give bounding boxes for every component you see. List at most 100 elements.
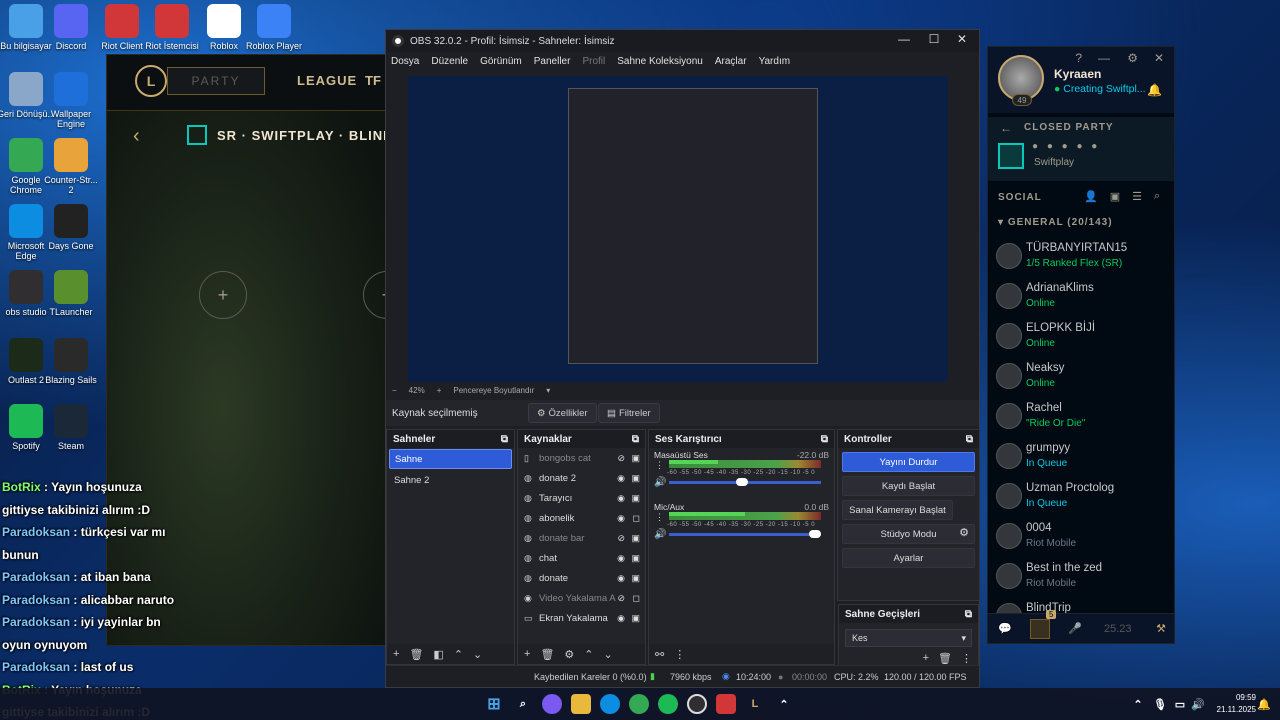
volume-slider[interactable] (669, 533, 821, 536)
eye-icon[interactable]: ◉ (617, 513, 625, 524)
add-icon[interactable]: + (393, 648, 399, 660)
friend-list-item[interactable]: AdrianaKlims Online (988, 277, 1174, 317)
eye-icon[interactable]: ◉ (617, 573, 625, 584)
source-item[interactable]: ◍ donate bar ⊘ ▣ (518, 528, 645, 548)
menu-item[interactable]: Dosya (391, 56, 419, 67)
party-button[interactable]: PARTY (167, 67, 265, 95)
start-icon[interactable]: ⊞ (484, 694, 504, 714)
scene-item[interactable]: Sahne (389, 449, 512, 469)
search-icon[interactable]: ⌕ (1154, 190, 1160, 203)
filter-icon[interactable]: ◧ (433, 648, 443, 661)
source-item[interactable]: ◉ Video Yakalama A ⊘ ◻ (518, 588, 645, 608)
invite-slot-button[interactable]: + (199, 271, 247, 319)
scene-item[interactable]: Sahne 2 (389, 470, 512, 490)
source-item[interactable]: ◍ abonelik ◉ ◻ (518, 508, 645, 528)
eye-off-icon[interactable]: ⊘ (617, 593, 625, 604)
eye-icon[interactable]: ◉ (617, 473, 625, 484)
trash-icon[interactable]: 🗑 (409, 648, 423, 661)
desktop-shortcut[interactable]: Counter-Str... 2 (41, 138, 101, 195)
lock-icon[interactable]: ▣ (631, 573, 640, 584)
chevron-up-icon[interactable]: ⌃ (454, 648, 463, 661)
lock-icon[interactable]: ▣ (631, 473, 640, 484)
nav-league-tab[interactable]: LEAGUE (297, 73, 357, 88)
maximize-icon[interactable]: ☐ (919, 32, 949, 46)
obs-icon[interactable] (687, 694, 707, 714)
more-icon[interactable]: ⋮ (961, 652, 972, 665)
menu-item[interactable]: Araçlar (715, 56, 747, 67)
fit-to-window-button[interactable]: Pencereye Boyutlandır (453, 386, 534, 395)
more-icon[interactable]: ⋮ (674, 648, 685, 661)
zoom-out-button[interactable]: − (392, 386, 397, 395)
undock-icon[interactable]: ⧉ (966, 434, 973, 445)
edge-icon[interactable] (600, 694, 620, 714)
riot-icon[interactable] (716, 694, 736, 714)
mic-icon[interactable]: 🎙 (1150, 694, 1170, 714)
eye-icon[interactable]: ◉ (617, 493, 625, 504)
control-button[interactable]: Sanal Kamerayı Başlat (842, 500, 953, 520)
desktop-shortcut[interactable]: Wallpaper Engine (41, 72, 101, 129)
chevron-down-icon[interactable]: ⌄ (604, 648, 613, 661)
lock-icon[interactable]: ▣ (631, 613, 640, 624)
source-item[interactable]: ◍ chat ◉ ▣ (518, 548, 645, 568)
source-item[interactable]: ◍ donate ◉ ▣ (518, 568, 645, 588)
network-icon[interactable]: ▭ (1170, 694, 1190, 714)
filters-button[interactable]: ▤ Filtreler (598, 403, 660, 423)
desktop-shortcut[interactable]: Days Gone (41, 204, 101, 251)
league-icon[interactable]: L (745, 694, 765, 714)
minimize-icon[interactable]: — (1098, 51, 1110, 65)
add-friend-icon[interactable]: 👤 (1084, 190, 1098, 203)
chat-icon[interactable]: 💬 (998, 622, 1012, 635)
desktop-shortcut[interactable]: Steam (41, 404, 101, 451)
friend-list-item[interactable]: Rachel "Ride Or Die" (988, 397, 1174, 437)
desktop-shortcut[interactable]: Blazing Sails (41, 338, 101, 385)
lock-icon[interactable]: ▣ (631, 493, 640, 504)
unlock-icon[interactable]: ◻ (633, 513, 640, 524)
close-icon[interactable]: ✕ (1154, 51, 1164, 65)
source-item[interactable]: ◍ Tarayıcı ◉ ▣ (518, 488, 645, 508)
more-icon[interactable]: ⋮ (655, 512, 664, 523)
desktop-shortcut[interactable]: Riot İstemcisi (142, 4, 202, 51)
menu-item[interactable]: Sahne Koleksiyonu (617, 56, 703, 67)
control-button[interactable]: Ayarlar (842, 548, 975, 568)
report-icon[interactable]: ⚒ (1156, 622, 1166, 635)
control-button[interactable]: Stüdyo Modu (842, 524, 975, 544)
friend-list-item[interactable]: Best in the zed Riot Mobile (988, 557, 1174, 597)
chevron-up-icon[interactable]: ⌃ (584, 648, 593, 661)
league-logo-icon[interactable]: L (135, 65, 167, 97)
back-arrow-icon[interactable]: ‹ (133, 125, 140, 148)
trash-icon[interactable]: 🗑 (540, 648, 554, 661)
friend-list-item[interactable]: grumpyy In Queue (988, 437, 1174, 477)
gear-icon[interactable]: ⚙ (564, 648, 574, 661)
mic-icon[interactable]: 🎤 (1068, 622, 1082, 635)
friend-list-item[interactable]: 0004 Riot Mobile (988, 517, 1174, 557)
copilot-icon[interactable] (542, 694, 562, 714)
chrome-icon[interactable] (629, 694, 649, 714)
eye-off-icon[interactable]: ⊘ (617, 533, 625, 544)
help-icon[interactable]: ? (1075, 51, 1082, 65)
search-icon[interactable]: ⌕ (513, 694, 533, 714)
bell-icon[interactable]: 🔔 (1147, 83, 1162, 97)
more-icon[interactable]: ⋮ (655, 460, 664, 471)
chevron-down-icon[interactable]: ⌄ (473, 648, 482, 661)
menu-item[interactable]: Profil (582, 56, 605, 67)
lock-icon[interactable]: ▣ (631, 533, 640, 544)
close-icon[interactable]: ✕ (947, 32, 977, 46)
friend-list-item[interactable]: Neaksy Online (988, 357, 1174, 397)
mission-icon[interactable] (1030, 618, 1050, 639)
friend-list-item[interactable]: ELOPKK BİJİ Online (988, 317, 1174, 357)
folder-icon[interactable]: ▣ (1110, 190, 1120, 203)
minimize-icon[interactable]: — (889, 32, 919, 46)
control-button[interactable]: Kaydı Başlat (842, 476, 975, 496)
eye-icon[interactable]: ◉ (617, 613, 625, 624)
chevron-up-icon[interactable]: ⌃ (1128, 694, 1148, 714)
unlock-icon[interactable]: ◻ (633, 593, 640, 604)
notification-icon[interactable]: 🔔 (1254, 694, 1274, 714)
file-explorer-icon[interactable] (571, 694, 591, 714)
add-icon[interactable]: + (923, 652, 929, 665)
zoom-in-button[interactable]: + (437, 386, 442, 395)
undock-icon[interactable]: ⧉ (965, 609, 972, 620)
source-item[interactable]: ▭ Ekran Yakalama ◉ ▣ (518, 608, 645, 628)
list-icon[interactable]: ☰ (1132, 190, 1142, 203)
arrow-up-icon[interactable]: ⌃ (774, 694, 794, 714)
desktop-shortcut[interactable]: TLauncher (41, 270, 101, 317)
